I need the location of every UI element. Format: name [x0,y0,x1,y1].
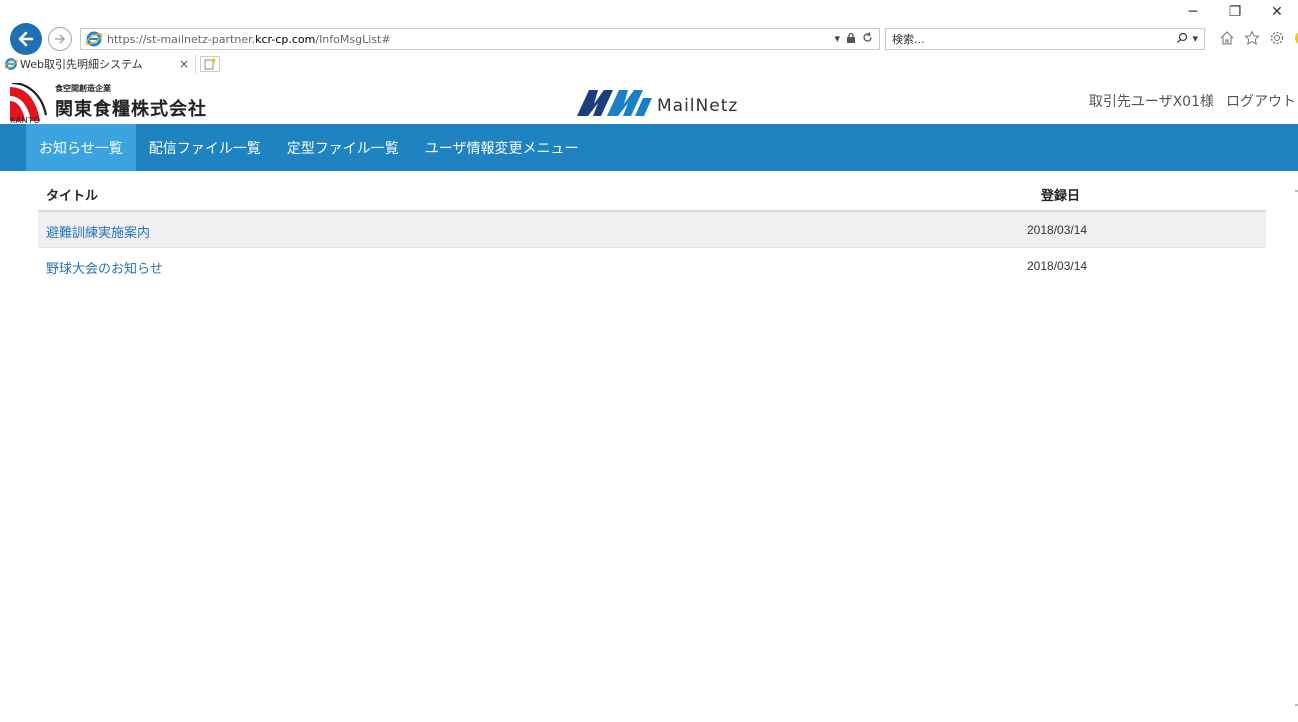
nav-item-info-list[interactable]: お知らせ一覧 [26,124,136,171]
lock-icon[interactable] [846,32,856,46]
nav-item-template-files[interactable]: 定型ファイル一覧 [274,124,412,171]
message-date: 2018/03/14 [1027,223,1088,237]
message-date: 2018/03/14 [1027,259,1088,273]
minimize-button[interactable]: ─ [1172,0,1214,24]
main-navbar: お知らせ一覧 配信ファイル一覧 定型ファイル一覧 ユーザ情報変更メニュー [0,124,1298,171]
home-icon[interactable] [1218,29,1236,47]
user-name: 取引先ユーザX01様 [1088,94,1214,110]
close-window-button[interactable]: ✕ [1256,0,1298,24]
tab-title: Web取引先明細システム [20,58,143,71]
url-text: https://st-mailnetz-partner.kcr-cp.com/I… [107,32,391,46]
user-area: 取引先ユーザX01様 ログアウト [1089,91,1296,111]
forward-button[interactable] [48,27,72,51]
browser-tab[interactable]: Web取引先明細システム × [0,54,196,74]
search-icon[interactable] [1176,32,1188,44]
search-dropdown-icon[interactable]: ▾ [1192,32,1198,45]
column-header-date[interactable]: 登録日 [1041,185,1080,204]
company-tagline: 食空間創造企業 [55,84,111,93]
site-header: 食空間創造企業 関東食糧株式会社 KANTO MailNetz 取引先ユーザX0… [0,75,1298,125]
ie-logo-icon [85,31,103,47]
favorites-star-icon[interactable] [1243,29,1261,47]
window-controls: ─ ❐ ✕ [1172,0,1298,24]
mailnetz-logo-icon [577,90,652,116]
nav-list: お知らせ一覧 配信ファイル一覧 定型ファイル一覧 ユーザ情報変更メニュー [26,124,591,171]
back-arrow-icon [18,31,34,47]
refresh-icon[interactable] [862,32,873,46]
address-tools: ▾ [834,32,873,46]
restore-button[interactable]: ❐ [1214,0,1256,24]
table-row[interactable]: 避難訓練実施案内 2018/03/14 [38,212,1266,248]
forward-arrow-icon [55,34,66,44]
browser-chrome: ─ ❐ ✕ https://st-mailnetz-partner.kcr-cp… [0,0,1298,75]
message-title-link[interactable]: 避難訓練実施案内 [46,222,150,241]
nav-item-delivery-files[interactable]: 配信ファイル一覧 [136,124,274,171]
smiley-feedback-icon[interactable] [1293,29,1298,47]
address-bar[interactable]: https://st-mailnetz-partner.kcr-cp.com/I… [80,28,880,50]
table-row[interactable]: 野球大会のお知らせ 2018/03/14 [38,248,1266,284]
search-tools: ▾ [1176,32,1198,45]
new-tab-icon [204,58,216,70]
back-button[interactable] [10,23,42,55]
company-logo[interactable]: 食空間創造企業 関東食糧株式会社 KANTO [10,80,210,125]
info-message-table: タイトル 登録日 避難訓練実施案内 2018/03/14 野球大会のお知らせ 2… [38,171,1266,284]
message-title-link[interactable]: 野球大会のお知らせ [46,258,163,277]
tab-close-icon[interactable]: × [179,57,189,71]
search-placeholder: 検索... [892,33,925,46]
nav-item-user-settings[interactable]: ユーザ情報変更メニュー [412,124,592,171]
dropdown-icon[interactable]: ▾ [834,32,840,46]
new-tab-button[interactable] [200,56,220,72]
brand-name: MailNetz [657,96,739,116]
search-input[interactable]: 検索... ▾ [885,28,1205,50]
mailnetz-brand: MailNetz [577,82,738,118]
settings-gear-icon[interactable] [1268,29,1286,47]
column-header-title[interactable]: タイトル [46,185,98,204]
logout-link[interactable]: ログアウト [1226,91,1296,111]
tab-ie-logo-icon [4,58,18,70]
company-name: 関東食糧株式会社 [55,99,207,120]
browser-toolbar [1218,29,1298,47]
table-header: タイトル 登録日 [38,171,1266,212]
